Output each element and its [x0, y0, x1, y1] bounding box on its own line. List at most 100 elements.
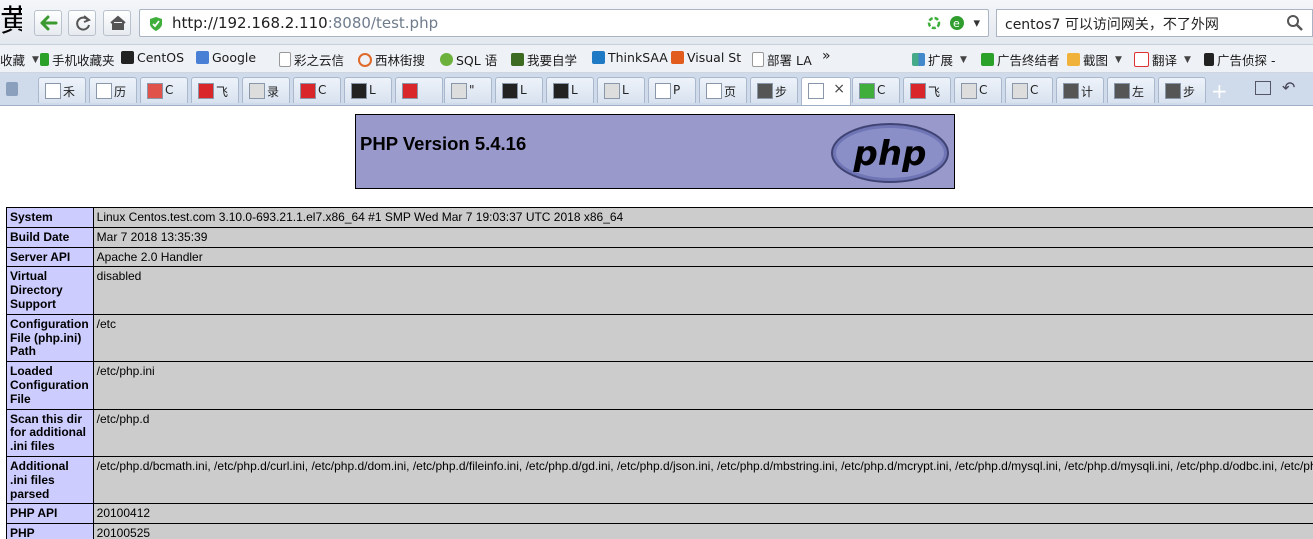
bookmark-label: 我要自学 — [527, 53, 578, 68]
tab-favicon-icon — [249, 83, 265, 99]
sidebar-toggle-icon[interactable] — [6, 82, 18, 96]
tab-title: P — [673, 83, 681, 97]
browser-tab[interactable]: P — [648, 77, 696, 103]
scissors-icon — [1067, 53, 1080, 66]
screenshot-tool[interactable]: 截图 ▼ — [1067, 50, 1122, 69]
translate-icon — [1134, 52, 1149, 67]
browser-tab[interactable]: " — [444, 77, 492, 103]
bookmark-sql[interactable]: SQL 语 — [440, 50, 497, 69]
extensions-menu[interactable]: 扩展 ▼ — [912, 50, 967, 69]
address-toolbar: 黄 http://192.168.2.110:8080/test.php e ▾… — [0, 0, 1313, 45]
tab-favicon-icon — [402, 83, 418, 99]
back-button[interactable] — [34, 10, 62, 36]
tab-overview-icon[interactable] — [1255, 81, 1271, 95]
browser-tab[interactable]: C — [140, 77, 188, 103]
php-header: PHP Version 5.4.16 php — [355, 114, 955, 189]
browser-tab[interactable]: C — [293, 77, 341, 103]
bookmark-label: ThinkSAA — [608, 50, 668, 65]
row-label: PHP API — [6, 503, 94, 525]
browser-tab[interactable]: 步 — [1158, 77, 1206, 103]
tab-title: 飞 — [216, 85, 229, 99]
browser-tab[interactable]: C — [852, 77, 900, 103]
tab-favicon-icon — [1012, 83, 1028, 99]
browser-tab[interactable]: 飞 — [903, 77, 951, 103]
browser-tab[interactable]: 飞 — [191, 77, 239, 103]
browser-tab[interactable]: 计 — [1056, 77, 1104, 103]
refresh-icon — [76, 15, 91, 31]
browser-tab[interactable]: C — [954, 77, 1002, 103]
info-table-row: PHP API 20100412 — [6, 503, 1313, 525]
row-label: Virtual Directory Support — [6, 266, 94, 315]
search-icon[interactable] — [1286, 14, 1304, 32]
page-title: PHP Version 5.4.16 — [360, 133, 527, 154]
bookmark-xilin[interactable]: 西林街搜 — [358, 50, 425, 69]
home-button[interactable] — [103, 10, 131, 36]
php-logo-text: php — [853, 134, 927, 174]
bookmark-label: 西林街搜 — [375, 53, 426, 68]
tab-title: " — [469, 83, 475, 97]
more-bookmarks-button[interactable]: » — [822, 48, 831, 64]
loading-spinner-icon[interactable] — [927, 16, 941, 30]
bookmark-caizhiyun[interactable]: 彩之云信 — [279, 50, 344, 69]
tab-favicon-icon — [300, 83, 316, 99]
ie-mode-icon[interactable]: e — [949, 15, 965, 31]
bookmark-centos[interactable]: CentOS — [121, 50, 184, 65]
url-input[interactable]: http://192.168.2.110:8080/test.php e ▾ — [139, 9, 989, 37]
row-value: /etc/php.d — [92, 408, 1313, 457]
bookmark-visual-studio[interactable]: Visual St — [671, 50, 741, 65]
php-logo[interactable]: php — [830, 122, 950, 184]
bookmark-google[interactable]: Google — [196, 50, 256, 65]
dropdown-arrow-icon: ▼ — [1184, 54, 1191, 65]
info-table-row: Virtual Directory Support disabled — [6, 266, 1313, 315]
browser-tab[interactable]: × — [801, 77, 851, 105]
close-tab-icon[interactable]: × — [833, 81, 845, 97]
browser-tab[interactable]: L — [546, 77, 594, 103]
tab-title: L — [520, 83, 527, 97]
browser-tab[interactable]: 页 — [699, 77, 747, 103]
row-label: PHP Extension — [6, 523, 94, 539]
bookmark-self-study[interactable]: 我要自学 — [511, 50, 577, 69]
browser-tab[interactable]: C — [1005, 77, 1053, 103]
tab-title: 历 — [114, 85, 127, 99]
bookmark-label: 手机收藏夹 — [52, 53, 115, 68]
refresh-button[interactable] — [68, 10, 96, 36]
browser-tab[interactable]: L — [495, 77, 543, 103]
ad-detective[interactable]: 广告侦探 - — [1204, 50, 1275, 69]
tab-title: L — [622, 83, 629, 97]
info-table-row: Configuration File (php.ini) Path/etc — [6, 313, 1313, 363]
tab-title: C — [877, 83, 886, 97]
bookmark-deploy[interactable]: 部署 LA — [752, 50, 812, 69]
browser-tab[interactable]: 录 — [242, 77, 290, 103]
new-tab-button[interactable]: + — [1211, 79, 1228, 103]
tab-title: 禾 — [63, 85, 76, 99]
tab-favicon-icon — [1165, 83, 1181, 99]
browser-tab[interactable]: 左 — [1107, 77, 1155, 103]
tab-favicon-icon — [553, 83, 569, 99]
tab-favicon-icon — [706, 83, 722, 99]
translate-tool[interactable]: 翻译 ▼ — [1134, 50, 1191, 69]
browser-tab[interactable]: L — [344, 77, 392, 103]
bookmark-label: 部署 LA — [767, 53, 812, 68]
browser-tab[interactable] — [395, 77, 443, 103]
bookmark-label: SQL 语 — [456, 53, 498, 68]
tab-favicon-icon — [655, 83, 671, 99]
tab-favicon-icon — [604, 83, 620, 99]
browser-tab[interactable]: 历 — [89, 77, 137, 103]
dropdown-arrow-icon: ▼ — [32, 54, 39, 65]
tab-favicon-icon — [96, 83, 112, 99]
adblock-extension[interactable]: 广告终结者 — [981, 50, 1060, 69]
dropdown-arrow-icon[interactable]: ▾ — [973, 16, 980, 31]
circle-logo-icon — [358, 52, 372, 67]
browser-tab[interactable]: 步 — [750, 77, 798, 103]
bookmark-favorites[interactable]: 收藏 ▼ — [0, 50, 39, 69]
bookmark-mobile[interactable]: 手机收藏夹 — [40, 50, 115, 69]
browser-tab[interactable]: 禾 — [38, 77, 86, 103]
info-table-row: Build Date Mar 7 2018 13:35:39 — [6, 226, 1313, 248]
row-value: /etc/php.ini — [92, 361, 1313, 410]
url-text: http://192.168.2.110:8080/test.php — [172, 14, 438, 32]
browser-tab[interactable]: L — [597, 77, 645, 103]
undo-close-tab-icon[interactable]: ↶ — [1282, 78, 1295, 97]
bookmark-thinksaa[interactable]: ThinkSAA — [592, 50, 668, 65]
tab-favicon-icon — [961, 83, 977, 99]
search-input[interactable]: centos7 可以访问网关，不了外网 — [996, 9, 1313, 37]
